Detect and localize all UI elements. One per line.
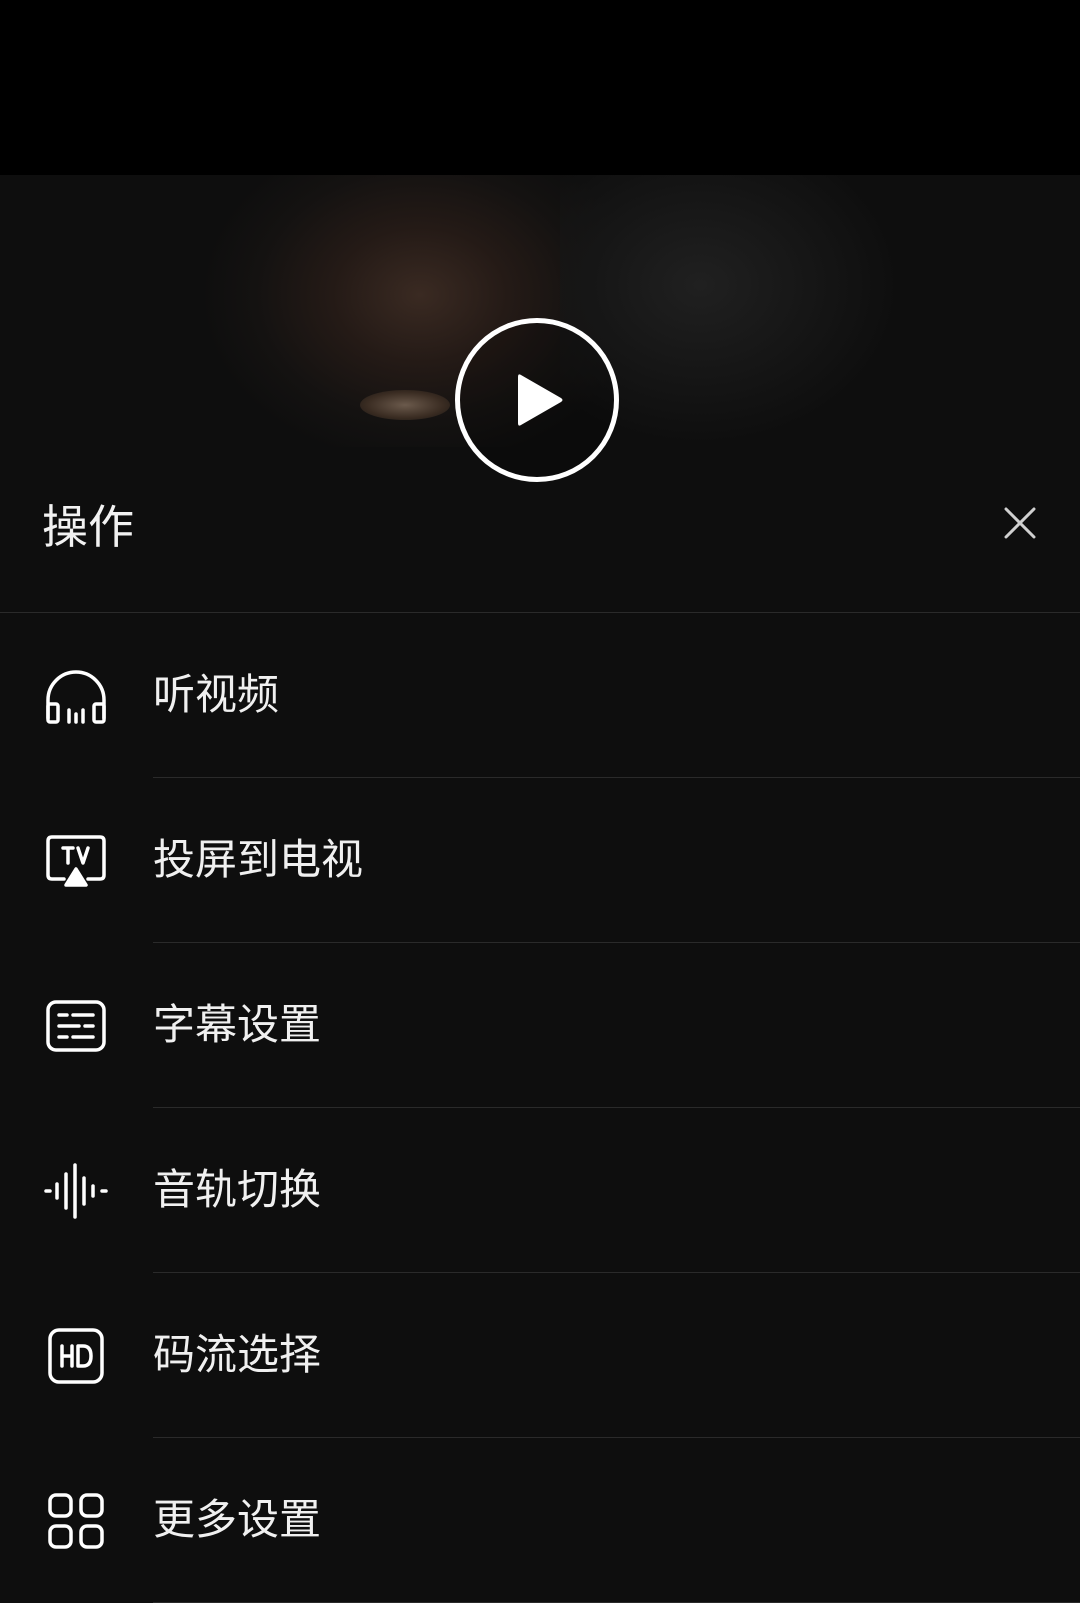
menu-item-subtitle-settings[interactable]: 字幕设置 [0,943,1080,1108]
play-button[interactable] [455,318,619,482]
menu-item-label: 更多设置 [153,1495,322,1544]
headphones-icon [42,665,110,727]
menu-item-bitrate-select[interactable]: 码流选择 [0,1273,1080,1438]
menu-item-listen-video[interactable]: 听视频 [0,613,1080,778]
play-icon [518,374,563,426]
hd-icon [42,1325,110,1387]
menu-item-label: 听视频 [153,670,280,719]
video-frame-shadow [560,175,980,447]
audio-waveform-icon [42,1160,110,1222]
menu-item-label: 字幕设置 [153,1000,322,1049]
grid-icon [42,1490,110,1552]
close-button[interactable] [990,493,1050,553]
menu-item-more-settings[interactable]: 更多设置 [0,1438,1080,1603]
screen: 操作 听视频 投屏到电视 字幕设置 音轨切换 码流选择 更多设置 [0,0,1080,1603]
close-icon [1004,507,1036,539]
subtitles-icon [42,995,110,1057]
action-sheet: 操作 听视频 投屏到电视 字幕设置 音轨切换 码流选择 更多设置 [0,447,1080,1603]
menu-item-label: 音轨切换 [153,1165,322,1214]
status-bar-area [0,0,1080,175]
tv-cast-icon [42,830,110,892]
menu-item-audio-track[interactable]: 音轨切换 [0,1108,1080,1273]
menu-item-cast-to-tv[interactable]: 投屏到电视 [0,778,1080,943]
menu-item-label: 码流选择 [153,1330,322,1379]
menu-item-label: 投屏到电视 [153,835,364,884]
video-frame-detail [360,390,450,420]
sheet-title: 操作 [42,500,134,554]
